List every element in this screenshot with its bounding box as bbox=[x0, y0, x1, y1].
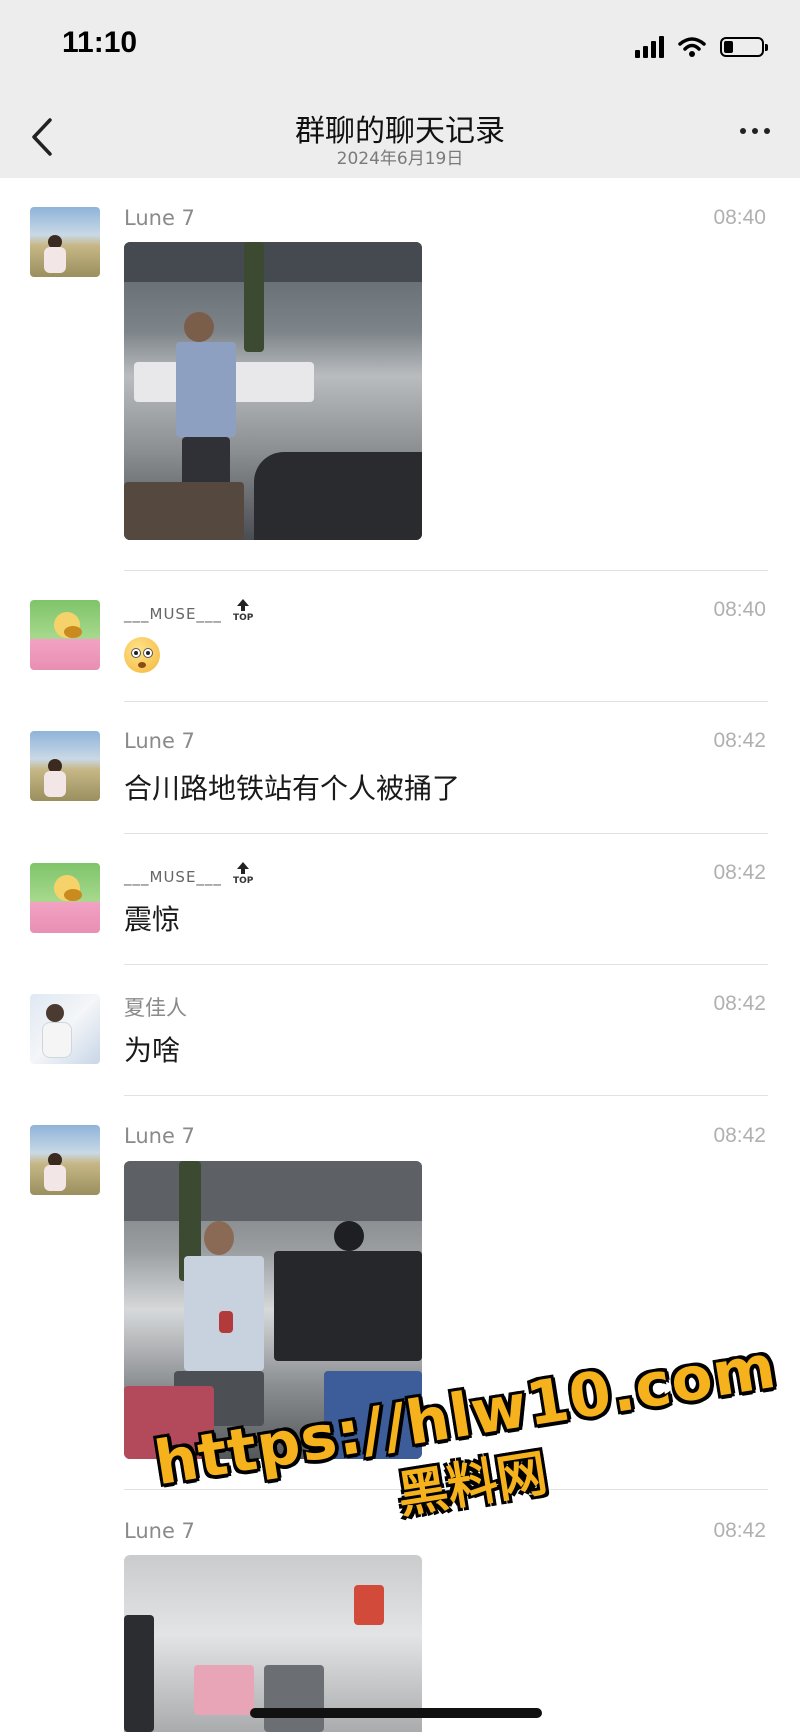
message-time: 08:42 bbox=[713, 729, 766, 752]
sender-name: ___MUSE___ bbox=[124, 868, 222, 886]
avatar[interactable] bbox=[30, 863, 100, 933]
avatar[interactable] bbox=[30, 600, 100, 670]
message-text: 合川路地铁站有个人被捅了 bbox=[124, 772, 461, 805]
divider bbox=[124, 833, 768, 834]
top-bar: 11:10 群聊的聊天记录 2024年6月19日 bbox=[0, 0, 800, 178]
more-dots-icon[interactable] bbox=[740, 128, 770, 134]
battery-icon bbox=[720, 37, 768, 57]
page-subtitle-date: 2024年6月19日 bbox=[336, 149, 464, 169]
sender-name: 夏佳人 bbox=[124, 996, 187, 1020]
avatar[interactable] bbox=[30, 207, 100, 277]
message-time: 08:40 bbox=[713, 206, 766, 229]
status-time: 11:10 bbox=[62, 26, 138, 59]
home-indicator[interactable] bbox=[250, 1708, 542, 1718]
sender-name: Lune 7 bbox=[124, 206, 195, 230]
message-time: 08:42 bbox=[713, 992, 766, 1015]
avatar[interactable] bbox=[30, 731, 100, 801]
wifi-icon bbox=[678, 37, 706, 57]
sender-name: ___MUSE___ bbox=[124, 605, 222, 623]
photo-attachment[interactable] bbox=[124, 1555, 422, 1732]
status-icons bbox=[635, 34, 768, 60]
divider bbox=[124, 1095, 768, 1096]
message-text: 震惊 bbox=[124, 903, 181, 936]
message-time: 08:40 bbox=[713, 598, 766, 621]
avatar[interactable] bbox=[30, 1125, 100, 1195]
divider bbox=[124, 570, 768, 571]
top-badge: TOP bbox=[233, 613, 254, 623]
photo-attachment[interactable] bbox=[124, 242, 422, 540]
message-time: 08:42 bbox=[713, 861, 766, 884]
top-badge: TOP bbox=[233, 876, 254, 886]
flushed-face-emoji-icon bbox=[124, 637, 160, 673]
top-arrow-icon bbox=[237, 599, 249, 611]
message-time: 08:42 bbox=[713, 1519, 766, 1542]
avatar[interactable] bbox=[30, 994, 100, 1064]
divider bbox=[124, 964, 768, 965]
divider bbox=[124, 701, 768, 702]
cellular-signal-icon bbox=[635, 36, 664, 58]
message-time: 08:42 bbox=[713, 1124, 766, 1147]
top-arrow-icon bbox=[237, 862, 249, 874]
message-text: 为啥 bbox=[124, 1034, 181, 1067]
sender-name: Lune 7 bbox=[124, 729, 195, 753]
sender-name: Lune 7 bbox=[124, 1124, 195, 1148]
